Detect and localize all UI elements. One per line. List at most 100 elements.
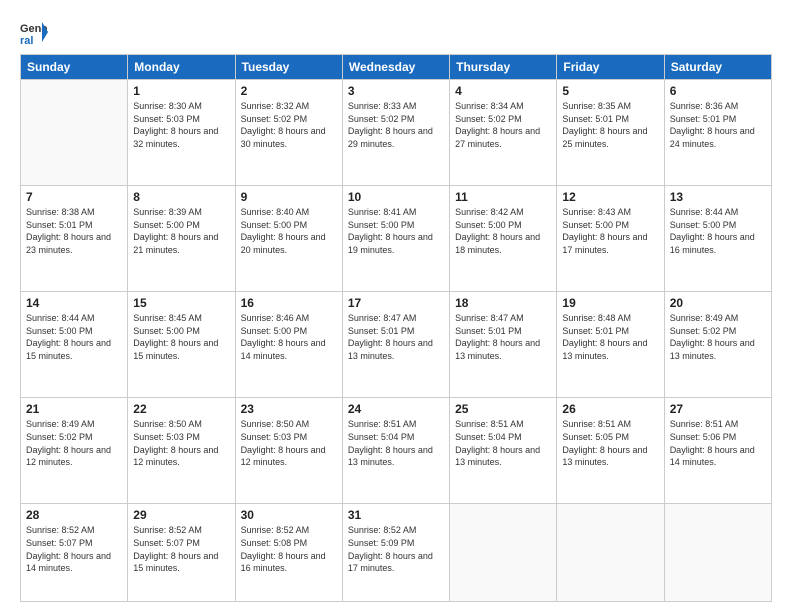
calendar-cell: 20 Sunrise: 8:49 AMSunset: 5:02 PMDayligh… xyxy=(664,292,771,398)
calendar-cell: 19 Sunrise: 8:48 AMSunset: 5:01 PMDayligh… xyxy=(557,292,664,398)
day-number: 23 xyxy=(241,402,337,416)
day-number: 29 xyxy=(133,508,229,522)
cell-info: Sunrise: 8:45 AMSunset: 5:00 PMDaylight:… xyxy=(133,312,229,362)
cell-info: Sunrise: 8:47 AMSunset: 5:01 PMDaylight:… xyxy=(455,312,551,362)
calendar-page: Gene ral SundayMondayTuesdayWednesdayThu… xyxy=(0,0,792,612)
header-thursday: Thursday xyxy=(450,55,557,80)
header-wednesday: Wednesday xyxy=(342,55,449,80)
day-number: 18 xyxy=(455,296,551,310)
calendar-week-row: 14 Sunrise: 8:44 AMSunset: 5:00 PMDayligh… xyxy=(21,292,772,398)
cell-info: Sunrise: 8:52 AMSunset: 5:07 PMDaylight:… xyxy=(26,524,122,574)
cell-info: Sunrise: 8:42 AMSunset: 5:00 PMDaylight:… xyxy=(455,206,551,256)
day-number: 15 xyxy=(133,296,229,310)
calendar-week-row: 21 Sunrise: 8:49 AMSunset: 5:02 PMDayligh… xyxy=(21,398,772,504)
cell-info: Sunrise: 8:33 AMSunset: 5:02 PMDaylight:… xyxy=(348,100,444,150)
day-number: 16 xyxy=(241,296,337,310)
calendar-cell: 25Sunrise: 8:51 AMSunset: 5:04 PMDayligh… xyxy=(450,398,557,504)
calendar-cell: 6 Sunrise: 8:36 AMSunset: 5:01 PMDaylight… xyxy=(664,80,771,186)
header: Gene ral xyxy=(20,18,772,46)
cell-info: Sunrise: 8:34 AMSunset: 5:02 PMDaylight:… xyxy=(455,100,551,150)
day-number: 1 xyxy=(133,84,229,98)
calendar-cell: 3 Sunrise: 8:33 AMSunset: 5:02 PMDaylight… xyxy=(342,80,449,186)
cell-info: Sunrise: 8:51 AMSunset: 5:05 PMDaylight:… xyxy=(562,418,658,468)
calendar-cell: 10Sunrise: 8:41 AMSunset: 5:00 PMDayligh… xyxy=(342,186,449,292)
cell-info: Sunrise: 8:52 AMSunset: 5:08 PMDaylight:… xyxy=(241,524,337,574)
calendar-week-row: 7Sunrise: 8:38 AMSunset: 5:01 PMDaylight… xyxy=(21,186,772,292)
cell-info: Sunrise: 8:39 AMSunset: 5:00 PMDaylight:… xyxy=(133,206,229,256)
cell-info: Sunrise: 8:38 AMSunset: 5:01 PMDaylight:… xyxy=(26,206,122,256)
calendar-cell: 21 Sunrise: 8:49 AMSunset: 5:02 PMDayligh… xyxy=(21,398,128,504)
cell-info: Sunrise: 8:30 AMSunset: 5:03 PMDaylight:… xyxy=(133,100,229,150)
day-number: 3 xyxy=(348,84,444,98)
cell-info: Sunrise: 8:43 AMSunset: 5:00 PMDaylight:… xyxy=(562,206,658,256)
cell-info: Sunrise: 8:49 AMSunset: 5:02 PMDaylight:… xyxy=(670,312,766,362)
day-number: 14 xyxy=(26,296,122,310)
cell-info: Sunrise: 8:52 AMSunset: 5:09 PMDaylight:… xyxy=(348,524,444,574)
cell-info: Sunrise: 8:44 AMSunset: 5:00 PMDaylight:… xyxy=(26,312,122,362)
calendar-cell: 9 Sunrise: 8:40 AMSunset: 5:00 PMDaylight… xyxy=(235,186,342,292)
day-number: 2 xyxy=(241,84,337,98)
calendar-cell: 29 Sunrise: 8:52 AMSunset: 5:07 PMDayligh… xyxy=(128,504,235,602)
calendar-cell: 17Sunrise: 8:47 AMSunset: 5:01 PMDayligh… xyxy=(342,292,449,398)
cell-info: Sunrise: 8:50 AMSunset: 5:03 PMDaylight:… xyxy=(241,418,337,468)
day-number: 5 xyxy=(562,84,658,98)
calendar-week-row: 28 Sunrise: 8:52 AMSunset: 5:07 PMDayligh… xyxy=(21,504,772,602)
calendar-cell: 15 Sunrise: 8:45 AMSunset: 5:00 PMDayligh… xyxy=(128,292,235,398)
cell-info: Sunrise: 8:52 AMSunset: 5:07 PMDaylight:… xyxy=(133,524,229,574)
calendar-cell: 13 Sunrise: 8:44 AMSunset: 5:00 PMDayligh… xyxy=(664,186,771,292)
calendar-cell xyxy=(21,80,128,186)
calendar-week-row: 1 Sunrise: 8:30 AMSunset: 5:03 PMDaylight… xyxy=(21,80,772,186)
calendar-cell xyxy=(450,504,557,602)
day-number: 13 xyxy=(670,190,766,204)
calendar-table: SundayMondayTuesdayWednesdayThursdayFrid… xyxy=(20,54,772,602)
calendar-cell: 28 Sunrise: 8:52 AMSunset: 5:07 PMDayligh… xyxy=(21,504,128,602)
calendar-header-row: SundayMondayTuesdayWednesdayThursdayFrid… xyxy=(21,55,772,80)
day-number: 19 xyxy=(562,296,658,310)
calendar-cell xyxy=(664,504,771,602)
cell-info: Sunrise: 8:36 AMSunset: 5:01 PMDaylight:… xyxy=(670,100,766,150)
day-number: 20 xyxy=(670,296,766,310)
calendar-cell xyxy=(557,504,664,602)
cell-info: Sunrise: 8:44 AMSunset: 5:00 PMDaylight:… xyxy=(670,206,766,256)
day-number: 6 xyxy=(670,84,766,98)
cell-info: Sunrise: 8:32 AMSunset: 5:02 PMDaylight:… xyxy=(241,100,337,150)
day-number: 8 xyxy=(133,190,229,204)
header-monday: Monday xyxy=(128,55,235,80)
cell-info: Sunrise: 8:50 AMSunset: 5:03 PMDaylight:… xyxy=(133,418,229,468)
day-number: 28 xyxy=(26,508,122,522)
calendar-cell: 31 Sunrise: 8:52 AMSunset: 5:09 PMDayligh… xyxy=(342,504,449,602)
logo: Gene ral xyxy=(20,18,52,46)
day-number: 26 xyxy=(562,402,658,416)
calendar-cell: 8 Sunrise: 8:39 AMSunset: 5:00 PMDaylight… xyxy=(128,186,235,292)
header-friday: Friday xyxy=(557,55,664,80)
day-number: 12 xyxy=(562,190,658,204)
svg-text:ral: ral xyxy=(20,35,33,46)
cell-info: Sunrise: 8:51 AMSunset: 5:06 PMDaylight:… xyxy=(670,418,766,468)
calendar-cell: 23 Sunrise: 8:50 AMSunset: 5:03 PMDayligh… xyxy=(235,398,342,504)
day-number: 11 xyxy=(455,190,551,204)
calendar-cell: 7Sunrise: 8:38 AMSunset: 5:01 PMDaylight… xyxy=(21,186,128,292)
cell-info: Sunrise: 8:51 AMSunset: 5:04 PMDaylight:… xyxy=(348,418,444,468)
day-number: 9 xyxy=(241,190,337,204)
calendar-cell: 16Sunrise: 8:46 AMSunset: 5:00 PMDayligh… xyxy=(235,292,342,398)
calendar-cell: 18 Sunrise: 8:47 AMSunset: 5:01 PMDayligh… xyxy=(450,292,557,398)
day-number: 21 xyxy=(26,402,122,416)
calendar-cell: 12 Sunrise: 8:43 AMSunset: 5:00 PMDayligh… xyxy=(557,186,664,292)
calendar-cell: 11 Sunrise: 8:42 AMSunset: 5:00 PMDayligh… xyxy=(450,186,557,292)
calendar-cell: 4 Sunrise: 8:34 AMSunset: 5:02 PMDaylight… xyxy=(450,80,557,186)
day-number: 31 xyxy=(348,508,444,522)
day-number: 25 xyxy=(455,402,551,416)
cell-info: Sunrise: 8:40 AMSunset: 5:00 PMDaylight:… xyxy=(241,206,337,256)
logo-icon: Gene ral xyxy=(20,18,48,46)
day-number: 4 xyxy=(455,84,551,98)
day-number: 30 xyxy=(241,508,337,522)
cell-info: Sunrise: 8:35 AMSunset: 5:01 PMDaylight:… xyxy=(562,100,658,150)
calendar-cell: 14 Sunrise: 8:44 AMSunset: 5:00 PMDayligh… xyxy=(21,292,128,398)
cell-info: Sunrise: 8:49 AMSunset: 5:02 PMDaylight:… xyxy=(26,418,122,468)
day-number: 27 xyxy=(670,402,766,416)
day-number: 17 xyxy=(348,296,444,310)
cell-info: Sunrise: 8:48 AMSunset: 5:01 PMDaylight:… xyxy=(562,312,658,362)
calendar-cell: 1 Sunrise: 8:30 AMSunset: 5:03 PMDaylight… xyxy=(128,80,235,186)
calendar-cell: 30 Sunrise: 8:52 AMSunset: 5:08 PMDayligh… xyxy=(235,504,342,602)
calendar-cell: 2 Sunrise: 8:32 AMSunset: 5:02 PMDaylight… xyxy=(235,80,342,186)
